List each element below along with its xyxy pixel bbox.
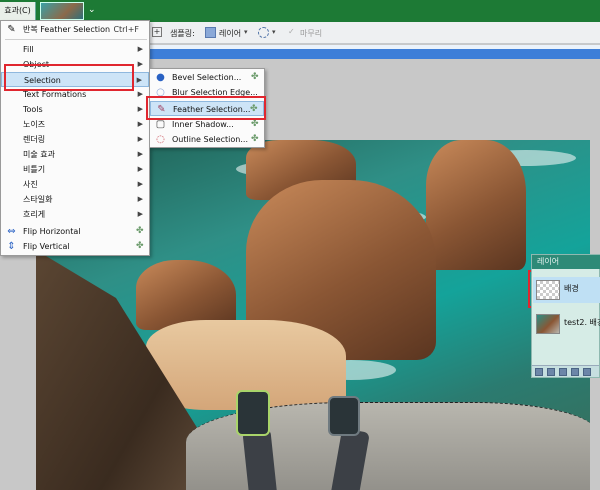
feather-icon: ✎ — [7, 24, 16, 35]
chevron-down-icon[interactable]: ▾ — [272, 28, 276, 36]
finish-button[interactable]: 마무리 — [300, 28, 322, 39]
layer-name: 배경 — [564, 284, 579, 293]
chevron-right-icon: ▶ — [136, 76, 142, 84]
menu-item-stylize[interactable]: 스타일화 ▶ — [1, 192, 149, 207]
flip-vertical-icon: ⇕ — [7, 241, 16, 252]
delete-layer-icon[interactable] — [547, 368, 555, 376]
merge-layer-icon[interactable] — [571, 368, 579, 376]
menu-item-tools[interactable]: Tools ▶ — [1, 102, 149, 117]
menu-item-repeat-feather[interactable]: ✎ 반복 Feather Selection Ctrl+F — [1, 22, 149, 37]
layers-panel: 레이어 배경 test2. 배경 — [531, 254, 600, 378]
menu-item-fill[interactable]: Fill ▶ — [1, 42, 149, 57]
chevron-right-icon: ▶ — [137, 45, 143, 53]
selection-submenu: ● Bevel Selection... ✤ ○ Blur Selection … — [149, 68, 265, 148]
shoe-right — [328, 396, 360, 436]
submenu-item-bevel[interactable]: ● Bevel Selection... ✤ — [150, 70, 264, 85]
shortcut-text: Ctrl+F — [113, 25, 139, 34]
plugin-icon: ✤ — [136, 241, 144, 251]
layer-row-test2[interactable]: test2. 배경 — [533, 311, 600, 337]
duplicate-layer-icon[interactable] — [559, 368, 567, 376]
chevron-right-icon: ▶ — [137, 135, 143, 143]
plugin-icon: ✤ — [251, 119, 259, 129]
rock-formation — [426, 140, 526, 270]
layer-thumbnail — [536, 314, 560, 334]
menu-item-blur[interactable]: 흐리게 ▶ — [1, 207, 149, 222]
layers-toolbar — [532, 365, 599, 377]
sampling-label: 샘플링: — [170, 29, 195, 38]
menu-item-artistic[interactable]: 미술 효과 ▶ — [1, 147, 149, 162]
submenu-item-outline[interactable]: ◌ Outline Selection... ✤ — [150, 132, 264, 147]
layer-row-background[interactable]: 배경 — [533, 277, 600, 303]
effects-menu: ✎ 반복 Feather Selection Ctrl+F Fill ▶ Obj… — [0, 20, 150, 256]
plugin-icon: ✤ — [136, 226, 144, 236]
layers-panel-title: 레이어 — [532, 255, 600, 269]
add-layer-icon[interactable] — [535, 368, 543, 376]
shoe-left — [236, 390, 270, 436]
menu-item-photo[interactable]: 사진 ▶ — [1, 177, 149, 192]
chevron-right-icon: ▶ — [137, 180, 143, 188]
ruler-selection-band — [150, 49, 600, 59]
effects-menu-button[interactable]: 효과(C) — [0, 2, 36, 20]
menu-divider — [5, 39, 147, 40]
plugin-icon: ✤ — [251, 134, 259, 144]
chevron-right-icon: ▶ — [137, 165, 143, 173]
sampling-mode-select[interactable]: 레이어 — [219, 28, 241, 39]
menu-item-distort[interactable]: 비틀기 ▶ — [1, 162, 149, 177]
menu-item-flip-vertical[interactable]: ⇕ Flip Vertical ✤ — [1, 239, 149, 254]
submenu-item-feather[interactable]: ✎ Feather Selection... ✤ — [150, 101, 264, 116]
chevron-right-icon: ▶ — [137, 120, 143, 128]
add-icon[interactable]: + — [152, 27, 162, 37]
blur-edge-icon: ○ — [156, 87, 165, 98]
chevron-right-icon: ▶ — [137, 105, 143, 113]
menu-item-flip-horizontal[interactable]: ⇔ Flip Horizontal ✤ — [1, 224, 149, 239]
flip-horizontal-icon: ⇔ — [7, 226, 16, 237]
chevron-down-icon[interactable]: ▾ — [244, 28, 248, 36]
chevron-right-icon: ▶ — [137, 210, 143, 218]
plugin-icon: ✤ — [251, 72, 259, 82]
feather-icon: ✎ — [157, 104, 166, 115]
layer-name: test2. 배경 — [564, 318, 600, 327]
selection-mode-icon[interactable] — [258, 27, 269, 38]
menu-item-selection[interactable]: Selection ▶ — [1, 72, 149, 87]
menu-item-noise[interactable]: 노이즈 ▶ — [1, 117, 149, 132]
bevel-icon: ● — [156, 72, 165, 83]
chevron-right-icon: ▶ — [137, 195, 143, 203]
layer-sampling-icon[interactable] — [205, 27, 216, 38]
submenu-item-inner-shadow[interactable]: ▢ Inner Shadow... ✤ — [150, 117, 264, 132]
chevron-right-icon: ▶ — [137, 60, 143, 68]
chevron-right-icon: ▶ — [137, 150, 143, 158]
document-thumbnail[interactable] — [40, 2, 84, 20]
plugin-icon: ✤ — [250, 104, 258, 114]
inner-shadow-icon: ▢ — [155, 119, 166, 130]
layer-thumbnail — [536, 280, 560, 300]
chevron-down-icon[interactable]: ⌄ — [88, 4, 98, 16]
check-icon[interactable]: ✓ — [288, 27, 295, 36]
submenu-item-blur-edge[interactable]: ○ Blur Selection Edge... — [150, 85, 264, 100]
layer-properties-icon[interactable] — [583, 368, 591, 376]
chevron-right-icon: ▶ — [137, 90, 143, 98]
menu-item-text-formations[interactable]: Text Formations ▶ — [1, 87, 149, 102]
outline-icon: ◌ — [156, 134, 165, 145]
app-title-bar: 효과(C) ⌄ — [0, 0, 600, 22]
menu-item-render[interactable]: 렌더링 ▶ — [1, 132, 149, 147]
menu-item-object[interactable]: Object ▶ — [1, 57, 149, 72]
